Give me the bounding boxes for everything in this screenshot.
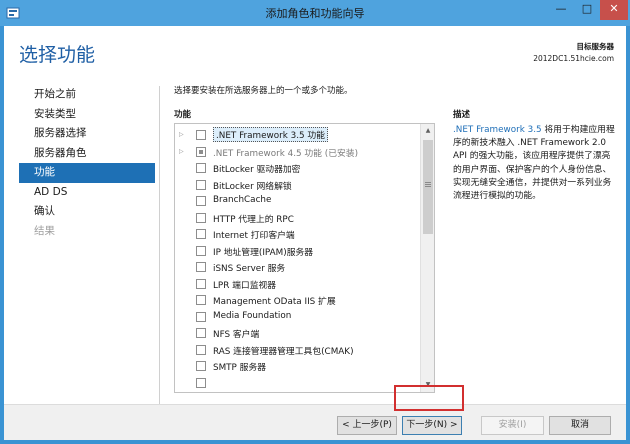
feature-checkbox[interactable]	[196, 278, 206, 289]
feature-checkbox[interactable]	[196, 229, 206, 239]
expand-arrow-icon[interactable]: ▷	[179, 131, 184, 138]
title-bar: 添加角色和功能向导 — □ ✕	[0, 0, 630, 26]
wizard-window: 添加角色和功能向导 — □ ✕ 选择功能 目标服务器 2012DC1.51hci…	[0, 0, 630, 444]
feature-row[interactable]: SMTP 服务器	[175, 358, 420, 375]
features-scrollbar[interactable]: ▲ ▼	[420, 124, 434, 392]
maximize-button[interactable]: □	[574, 0, 600, 20]
feature-row[interactable]: Management OData IIS 扩展	[175, 292, 420, 309]
feature-row[interactable]	[175, 375, 420, 392]
feature-row[interactable]: BranchCache	[175, 193, 420, 210]
features-heading: 功能	[174, 110, 192, 120]
feature-row[interactable]: IP 地址管理(IPAM)服务器	[175, 243, 420, 260]
wizard-footer: < 上一步(P) 下一步(N) > 安装(I) 取消	[4, 404, 626, 440]
feature-label: NFS 客户端	[213, 330, 260, 340]
next-button[interactable]: 下一步(N) >	[402, 416, 462, 435]
feature-checkbox[interactable]	[196, 344, 206, 355]
feature-label: BitLocker 网络解锁	[213, 181, 292, 192]
nav-item-ad-ds[interactable]: AD DS	[19, 183, 155, 203]
previous-button[interactable]: < 上一步(P)	[337, 416, 397, 435]
feature-row[interactable]: LPR 端口监视器	[175, 276, 420, 293]
scroll-grip-icon	[425, 182, 431, 183]
nav-item-installation-type[interactable]: 安装类型	[19, 105, 155, 125]
cancel-button[interactable]: 取消	[549, 416, 611, 435]
scroll-thumb[interactable]	[423, 140, 433, 234]
install-button: 安装(I)	[481, 416, 544, 435]
feature-checkbox[interactable]	[196, 377, 206, 388]
feature-checkbox[interactable]	[196, 163, 206, 173]
expand-arrow-icon[interactable]: ▷	[179, 148, 184, 155]
description-feature-name: .NET Framework 3.5	[453, 125, 542, 135]
description-body: 将用于构建应用程序的新技术融入 .NET Framework 2.0 API 的…	[453, 125, 615, 202]
target-server-label: 目标服务器 2012DC1.51hcie.com	[533, 41, 614, 65]
feature-row[interactable]: HTTP 代理上的 RPC	[175, 210, 420, 227]
feature-row[interactable]: ▷ .NET Framework 4.5 功能 (已安装)	[175, 144, 420, 161]
feature-row[interactable]: Internet 打印客户端	[175, 226, 420, 243]
nav-item-features[interactable]: 功能	[19, 163, 155, 183]
nav-item-confirmation[interactable]: 确认	[19, 202, 155, 222]
feature-checkbox[interactable]	[196, 328, 206, 338]
feature-label: BitLocker 驱动器加密	[213, 165, 301, 175]
feature-row[interactable]: Media Foundation	[175, 309, 420, 326]
feature-label: IP 地址管理(IPAM)服务器	[213, 247, 314, 258]
feature-description: .NET Framework 3.5 将用于构建应用程序的新技术融入 .NET …	[453, 124, 617, 203]
feature-checkbox[interactable]	[196, 130, 206, 140]
feature-checkbox[interactable]	[196, 146, 206, 157]
feature-label: LPR 端口监视器	[213, 280, 277, 291]
feature-label: HTTP 代理上的 RPC	[213, 214, 294, 225]
nav-item-server-roles[interactable]: 服务器角色	[19, 144, 155, 164]
feature-label: .NET Framework 3.5 功能	[213, 127, 328, 142]
feature-checkbox[interactable]	[196, 262, 206, 272]
next-button-highlight	[394, 385, 464, 411]
feature-row[interactable]: BitLocker 驱动器加密	[175, 160, 420, 177]
nav-item-server-selection[interactable]: 服务器选择	[19, 124, 155, 144]
target-server-title: 目标服务器	[576, 42, 615, 51]
feature-row[interactable]: BitLocker 网络解锁	[175, 177, 420, 194]
page-title: 选择功能	[19, 44, 96, 66]
close-button[interactable]: ✕	[600, 0, 628, 20]
wizard-client-area: 选择功能 目标服务器 2012DC1.51hcie.com 开始之前 安装类型 …	[4, 26, 626, 440]
feature-checkbox[interactable]	[196, 245, 206, 256]
feature-label: SMTP 服务器	[213, 363, 267, 373]
feature-checkbox[interactable]	[196, 295, 206, 305]
instruction-text: 选择要安装在所选服务器上的一个或多个功能。	[174, 86, 353, 96]
feature-checkbox[interactable]	[196, 311, 206, 322]
feature-label: Management OData IIS 扩展	[213, 297, 336, 307]
feature-row[interactable]: NFS 客户端	[175, 325, 420, 342]
feature-row[interactable]: RAS 连接管理器管理工具包(CMAK)	[175, 342, 420, 359]
nav-item-results: 结果	[34, 224, 55, 237]
description-heading: 描述	[453, 110, 471, 120]
feature-row[interactable]: iSNS Server 服务	[175, 259, 420, 276]
features-list[interactable]: ▷ .NET Framework 3.5 功能 ▷ .NET Framework 4.…	[174, 123, 435, 393]
feature-checkbox[interactable]	[196, 361, 206, 371]
feature-label: RAS 连接管理器管理工具包(CMAK)	[213, 346, 354, 357]
scroll-up-arrow-icon[interactable]: ▲	[421, 124, 434, 138]
target-server-name: 2012DC1.51hcie.com	[533, 54, 614, 63]
feature-row[interactable]: ▷ .NET Framework 3.5 功能	[175, 127, 420, 144]
wizard-nav: 开始之前 安装类型 服务器选择 服务器角色 功能 AD DS 确认 结果	[19, 85, 155, 241]
feature-label: BranchCache	[213, 195, 272, 205]
minimize-button[interactable]: —	[548, 0, 574, 20]
feature-label: iSNS Server 服务	[213, 264, 286, 274]
feature-label: .NET Framework 4.5 功能 (已安装)	[213, 148, 359, 159]
feature-label: Internet 打印客户端	[213, 231, 295, 241]
nav-item-before-you-begin[interactable]: 开始之前	[19, 85, 155, 105]
feature-checkbox[interactable]	[196, 212, 206, 223]
window-title: 添加角色和功能向导	[265, 7, 365, 20]
feature-label: Media Foundation	[213, 310, 292, 321]
feature-checkbox[interactable]	[196, 179, 206, 190]
nav-divider	[159, 86, 160, 404]
feature-checkbox[interactable]	[196, 196, 206, 206]
